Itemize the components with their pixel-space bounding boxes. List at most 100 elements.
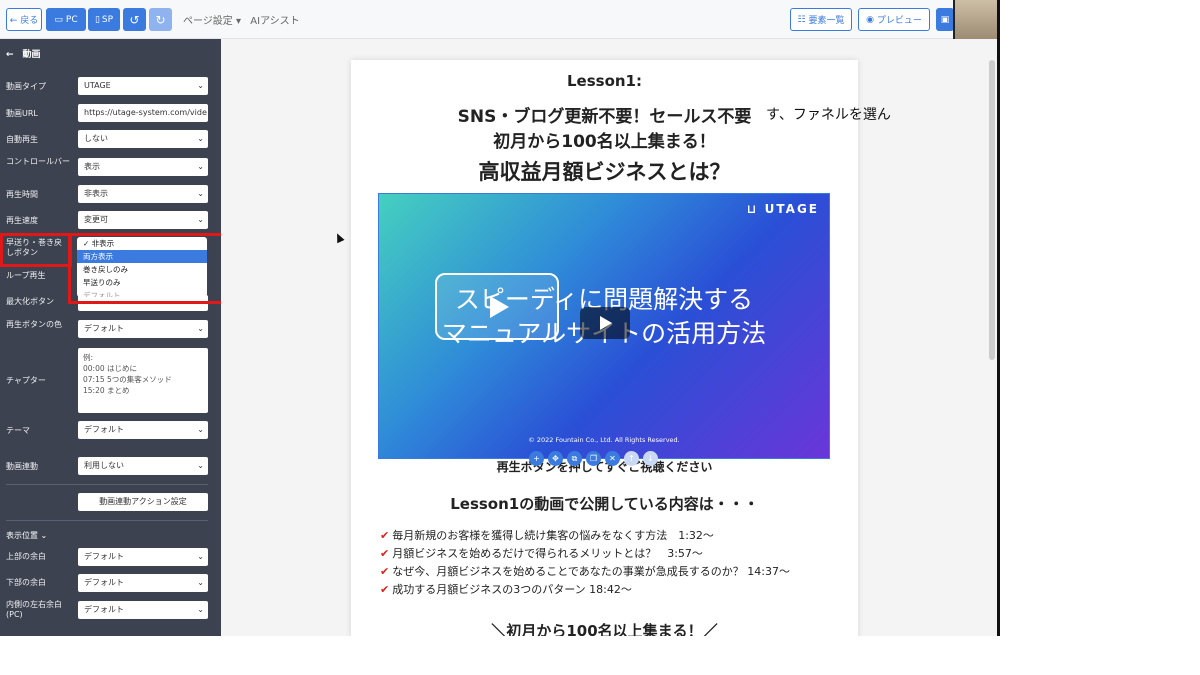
lesson-title[interactable]: Lesson1: bbox=[351, 72, 858, 90]
chevron-down-icon: ⌄ bbox=[197, 605, 204, 614]
elements-list-button[interactable]: ☷ 要素一覧 bbox=[790, 8, 852, 31]
move-icon[interactable]: ✥ bbox=[548, 451, 563, 466]
position-section-toggle[interactable]: 表示位置 ⌄ bbox=[6, 530, 47, 541]
elements-list-label: 要素一覧 bbox=[808, 16, 845, 26]
bottom-margin-label: 下部の余白 bbox=[6, 578, 46, 587]
check-icon: ✔ bbox=[380, 547, 390, 560]
redo-icon: ↻ bbox=[155, 12, 166, 27]
pc-view-button[interactable]: ▭ PC bbox=[46, 8, 86, 31]
eye-icon: ◉ bbox=[866, 14, 874, 25]
top-margin-label: 上部の余白 bbox=[6, 552, 46, 561]
back-button[interactable]: ← 戻る bbox=[6, 8, 42, 31]
play-button-color-select[interactable]: デフォルト ⌄ bbox=[78, 320, 208, 338]
theme-select[interactable]: デフォルト ⌄ bbox=[78, 421, 208, 439]
play-button-color-value: デフォルト bbox=[84, 324, 124, 333]
copy-icon[interactable]: ⧉ bbox=[567, 451, 582, 466]
divider bbox=[6, 484, 208, 485]
screen: ← 戻る ▭ PC ▯ SP ↺ ↻ ページ設定 ▾ AIアシスト ☷ 要素一覧… bbox=[0, 0, 1000, 636]
chevron-down-icon: ⌄ bbox=[197, 134, 204, 143]
play-button-color-label: 再生ボタンの色 bbox=[6, 320, 62, 329]
page-settings-menu[interactable]: ページ設定 ▾ bbox=[181, 8, 243, 31]
arrow-down-icon[interactable]: ↓ bbox=[643, 451, 658, 466]
video-type-label: 動画タイプ bbox=[6, 82, 46, 91]
video-url-value: https://utage-system.com/vide bbox=[84, 108, 207, 117]
list-item[interactable]: ✔ 成功する月額ビジネスの3つのパターン 18:42〜 bbox=[380, 581, 632, 597]
top-margin-select[interactable]: デフォルト ⌄ bbox=[78, 548, 208, 566]
headline-3[interactable]: 高収益月額ビジネスとは？ bbox=[351, 156, 858, 186]
bottom-margin-select[interactable]: デフォルト ⌄ bbox=[78, 574, 208, 592]
headline-2[interactable]: 初月から100名以上集まる！ bbox=[351, 127, 858, 152]
sp-label: SP bbox=[101, 14, 114, 25]
control-bar-label: コントロールバー bbox=[6, 157, 70, 166]
check-icon: ✔ bbox=[380, 529, 390, 542]
bottom-margin-value: デフォルト bbox=[84, 578, 124, 587]
arrow-up-icon[interactable]: ↑ bbox=[624, 451, 639, 466]
chapter-line: 07:15 5つの集客メソッド bbox=[83, 375, 172, 384]
bottom-heading[interactable]: ＼初月から100名以上集まる！／ bbox=[351, 620, 858, 636]
highlight-box-dropdown bbox=[68, 233, 225, 304]
video-copyright: © 2022 Fountain Co., Ltd. All Rights Res… bbox=[528, 436, 680, 444]
chapter-line: 15:20 まとめ bbox=[83, 386, 130, 395]
video-player[interactable]: ⊔ UTAGE スピーディに問題解決する マニュアルサイトの活用方法 © 202… bbox=[378, 193, 830, 459]
check-icon: ✔ bbox=[380, 583, 390, 596]
autoplay-select[interactable]: しない ⌄ bbox=[78, 130, 208, 148]
undo-icon: ↺ bbox=[129, 12, 140, 27]
play-speed-value: 変更可 bbox=[84, 215, 108, 224]
redo-button[interactable]: ↻ bbox=[149, 8, 172, 31]
preview-button[interactable]: ◉ プレビュー bbox=[858, 8, 930, 31]
utage-logo: ⊔ UTAGE bbox=[747, 202, 819, 216]
check-icon: ✔ bbox=[380, 565, 390, 578]
video-url-input[interactable]: https://utage-system.com/vide bbox=[78, 104, 208, 122]
list-item[interactable]: ✔ 月額ビジネスを始めるだけで得られるメリットとは？ 3:57〜 bbox=[380, 545, 703, 561]
video-link-label: 動画連動 bbox=[6, 462, 38, 471]
chevron-down-icon: ⌄ bbox=[197, 578, 204, 587]
subtitle-overlay: す、ファネルを選ん bbox=[766, 107, 891, 123]
highlight-box-label bbox=[0, 233, 72, 267]
trash-icon[interactable]: ✕ bbox=[605, 451, 620, 466]
control-bar-select[interactable]: 表示 ⌄ bbox=[78, 158, 208, 176]
ai-assist-menu[interactable]: AIアシスト bbox=[249, 8, 301, 31]
save-button[interactable]: ▣ bbox=[936, 8, 954, 31]
divider bbox=[6, 520, 208, 521]
save-icon: ▣ bbox=[940, 14, 950, 25]
list-item[interactable]: ✔ 毎月新規のお客様を獲得し続け集客の悩みをなくす方法 1:32〜 bbox=[380, 527, 714, 543]
play-speed-label: 再生速度 bbox=[6, 216, 38, 225]
sidebar-back-title[interactable]: ← 動画 bbox=[6, 47, 41, 60]
list-item-text: 毎月新規のお客様を獲得し続け集客の悩みをなくす方法 1:32〜 bbox=[392, 529, 714, 542]
chevron-down-icon: ⌄ bbox=[197, 189, 204, 198]
video-action-settings-button[interactable]: 動画連動アクション設定 bbox=[78, 493, 208, 511]
chevron-down-icon: ⌄ bbox=[197, 162, 204, 171]
list-item[interactable]: ✔ なぜ今、月額ビジネスを始めることであなたの事業が急成長するのか？ 14:37〜 bbox=[380, 563, 790, 579]
chevron-down-icon: ⌄ bbox=[197, 425, 204, 434]
video-link-value: 利用しない bbox=[84, 461, 124, 470]
control-bar-value: 表示 bbox=[84, 162, 100, 171]
inner-margin-select[interactable]: デフォルト ⌄ bbox=[78, 601, 208, 619]
play-icon[interactable] bbox=[580, 307, 630, 339]
autoplay-value: しない bbox=[84, 134, 108, 143]
scrollbar[interactable] bbox=[989, 60, 995, 360]
video-url-label: 動画URL bbox=[6, 109, 38, 118]
sp-view-button[interactable]: ▯ SP bbox=[88, 8, 120, 31]
video-logo-text: UTAGE bbox=[764, 202, 819, 216]
chapter-textarea[interactable]: 例: 00:00 はじめに 07:15 5つの集客メソッド 15:20 まとめ bbox=[78, 348, 208, 413]
video-link-select[interactable]: 利用しない ⌄ bbox=[78, 457, 208, 475]
chevron-down-icon: ⌄ bbox=[197, 215, 204, 224]
add-icon[interactable]: + bbox=[529, 451, 544, 466]
video-type-select[interactable]: UTAGE ⌄ bbox=[78, 77, 208, 95]
loop-label: ループ再生 bbox=[6, 271, 46, 280]
play-icon[interactable] bbox=[435, 273, 559, 340]
undo-button[interactable]: ↺ bbox=[123, 8, 146, 31]
play-time-select[interactable]: 非表示 ⌄ bbox=[78, 185, 208, 203]
settings-sidebar: ← 動画 動画タイプ UTAGE ⌄ 動画URL https://utage-sy… bbox=[0, 39, 221, 636]
section-title[interactable]: Lesson1の動画で公開している内容は・・・ bbox=[351, 493, 858, 514]
preview-label: プレビュー bbox=[876, 16, 922, 26]
video-type-value: UTAGE bbox=[84, 81, 111, 90]
chevron-down-icon: ⌄ bbox=[197, 461, 204, 470]
chevron-down-icon: ⌄ bbox=[197, 324, 204, 333]
theme-label: テーマ bbox=[6, 426, 30, 435]
play-speed-select[interactable]: 変更可 ⌄ bbox=[78, 211, 208, 229]
duplicate-icon[interactable]: ❐ bbox=[586, 451, 601, 466]
autoplay-label: 自動再生 bbox=[6, 135, 38, 144]
list-icon: ☷ bbox=[797, 14, 806, 25]
pc-label: PC bbox=[65, 14, 78, 25]
